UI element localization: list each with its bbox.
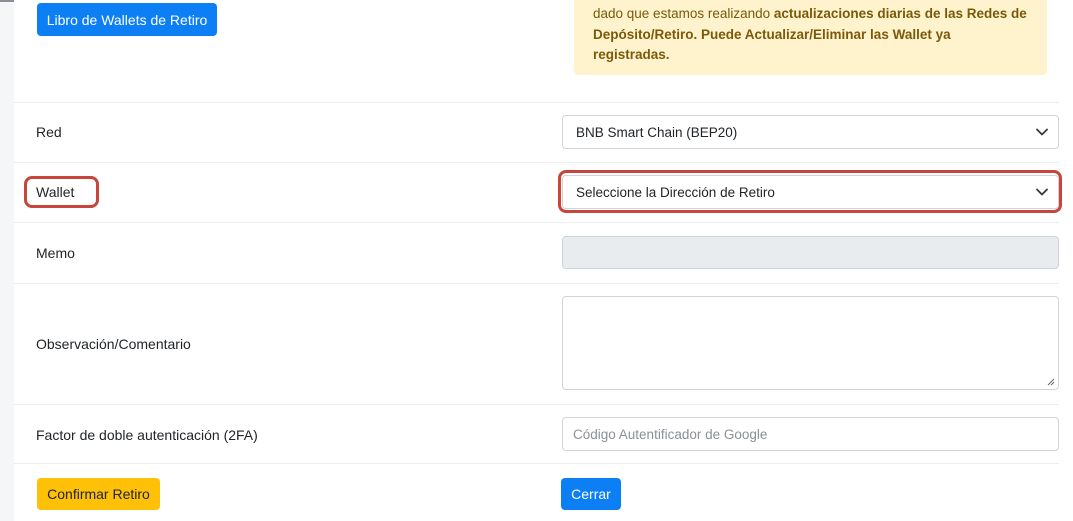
notice-alert: dado que estamos realizando actualizacio… (574, 0, 1047, 75)
chevron-down-icon (1036, 188, 1048, 196)
twofa-label: Factor de doble autenticación (2FA) (36, 427, 258, 443)
wallet-select[interactable]: Seleccione la Dirección de Retiro (562, 175, 1059, 209)
row-divider (14, 463, 1059, 464)
row-divider (14, 222, 1059, 223)
wallet-selected-value: Seleccione la Dirección de Retiro (576, 184, 775, 200)
comment-textarea[interactable] (562, 296, 1059, 390)
wallet-book-button[interactable]: Libro de Wallets de Retiro (37, 3, 217, 36)
chevron-down-icon (1036, 128, 1048, 136)
resize-grip-icon[interactable] (1047, 378, 1055, 386)
network-label: Red (36, 124, 62, 140)
network-select[interactable]: BNB Smart Chain (BEP20) (562, 115, 1059, 149)
row-divider (14, 162, 1059, 163)
twofa-placeholder: Código Autentificador de Google (573, 426, 768, 442)
network-selected-value: BNB Smart Chain (BEP20) (576, 124, 738, 140)
memo-label: Memo (36, 245, 75, 261)
confirm-withdraw-button[interactable]: Confirmar Retiro (37, 478, 160, 510)
wallet-label: Wallet (36, 184, 75, 200)
close-button[interactable]: Cerrar (561, 478, 621, 510)
row-divider (14, 283, 1059, 284)
row-divider (14, 102, 1059, 103)
memo-input (562, 236, 1059, 269)
twofa-input[interactable]: Código Autentificador de Google (562, 417, 1059, 451)
notice-text: dado que estamos realizando (593, 6, 774, 21)
row-divider (14, 404, 1059, 405)
comment-label: Observación/Comentario (36, 336, 191, 352)
